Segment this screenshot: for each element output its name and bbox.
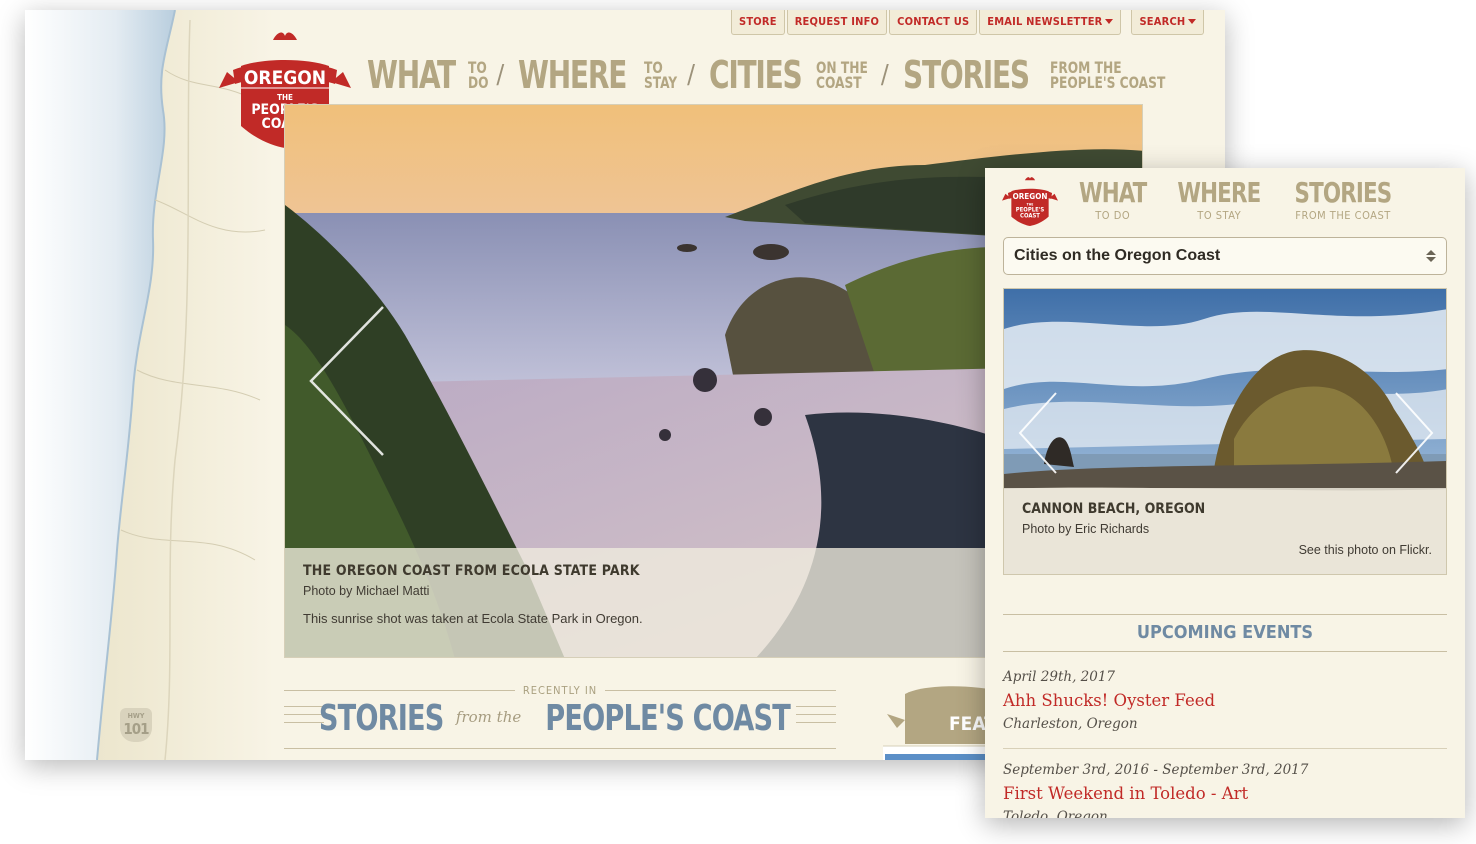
logo-line2: THE xyxy=(277,93,293,102)
search-dropdown[interactable]: SEARCH xyxy=(1131,10,1205,35)
svg-text:OREGON: OREGON xyxy=(1013,192,1048,201)
event-title-link[interactable]: Ahh Shucks! Oyster Feed xyxy=(1003,691,1447,710)
chevron-right-icon[interactable] xyxy=(1392,391,1436,475)
email-newsletter-dropdown[interactable]: EMAIL NEWSLETTER xyxy=(979,10,1122,35)
request-info-link[interactable]: REQUEST INFO xyxy=(786,10,888,35)
nav-separator: / xyxy=(687,60,696,90)
mobile-hero-credit: Photo by Eric Richards xyxy=(1022,522,1150,536)
caret-down-icon xyxy=(1105,19,1114,24)
event-date: September 3rd, 2016 - September 3rd, 201… xyxy=(1003,762,1309,778)
nav-separator: / xyxy=(880,60,889,90)
mobile-nav-stories[interactable]: STORIES FROM THE COAST xyxy=(1286,178,1400,223)
mobile-hero-caption: CANNON BEACH, OREGON Photo by Eric Richa… xyxy=(1004,488,1446,574)
stories-title-connector: from the xyxy=(455,708,522,726)
nav-where-to-stay[interactable]: WHERE TO STAY xyxy=(518,56,683,94)
event-title-link[interactable]: First Weekend in Toledo - Art xyxy=(1003,784,1447,803)
select-arrows-icon xyxy=(1426,250,1436,262)
stories-eyebrow: RECENTLY IN xyxy=(514,684,606,697)
mobile-hero-title: CANNON BEACH, OREGON xyxy=(1022,501,1206,517)
stories-heading: RECENTLY IN STORIES from the PEOPLE'S CO… xyxy=(284,684,836,754)
utility-nav: STORE REQUEST INFO CONTACT US EMAIL NEWS… xyxy=(731,10,1205,35)
stories-title-left: STORIES xyxy=(318,698,444,739)
event-date: April 29th, 2017 xyxy=(1003,669,1116,685)
chevron-left-icon[interactable] xyxy=(307,303,387,459)
cities-select[interactable]: Cities on the Oregon Coast xyxy=(1003,237,1447,275)
event-location: Toledo, Oregon xyxy=(1003,809,1108,818)
nav-what-to-do[interactable]: WHAT TO DO xyxy=(367,56,492,94)
event-item: April 29th, 2017 Ahh Shucks! Oyster Feed… xyxy=(1003,669,1447,732)
logo-line1: OREGON xyxy=(244,67,326,89)
chevron-left-icon[interactable] xyxy=(1016,391,1060,475)
mobile-nav-what-to-do[interactable]: WHAT TO DO xyxy=(1073,178,1152,223)
oregon-logo-small[interactable]: OREGON THE PEOPLE'S COAST xyxy=(1001,176,1059,226)
mobile-nav: WHAT TO DO WHERE TO STAY STORIES FROM TH… xyxy=(1073,178,1400,223)
svg-text:THE: THE xyxy=(1027,203,1034,207)
store-link[interactable]: STORE xyxy=(731,10,785,35)
mobile-nav-where-to-stay[interactable]: WHERE TO STAY xyxy=(1170,178,1268,223)
event-item: September 3rd, 2016 - September 3rd, 201… xyxy=(1003,762,1447,818)
svg-text:COAST: COAST xyxy=(1020,213,1040,220)
nav-stories[interactable]: STORIES FROM THE PEOPLE'S COAST xyxy=(903,56,1186,94)
highway-shield-icon: HWY 101 xyxy=(120,708,152,742)
upcoming-events-heading: UPCOMING EVENTS xyxy=(1003,614,1447,652)
cities-select-value: Cities on the Oregon Coast xyxy=(1014,247,1221,264)
main-nav: WHAT TO DO / WHERE TO STAY / CITIES ON THE… xyxy=(367,56,1186,94)
stories-title-right: PEOPLE'S COAST xyxy=(544,698,790,739)
nav-separator: / xyxy=(496,60,505,90)
mobile-screenshot: OREGON THE PEOPLE'S COAST WHAT TO DO WHE… xyxy=(985,168,1465,818)
nav-cities-on-the-coast[interactable]: CITIES ON THE COAST xyxy=(709,56,877,94)
event-location: Charleston, Oregon xyxy=(1003,716,1138,732)
caret-down-icon xyxy=(1188,19,1197,24)
event-divider xyxy=(1003,748,1447,749)
mobile-hero-slideshow[interactable]: CANNON BEACH, OREGON Photo by Eric Richa… xyxy=(1003,288,1447,575)
contact-us-link[interactable]: CONTACT US xyxy=(889,10,978,35)
flickr-link[interactable]: See this photo on Flickr. xyxy=(1299,543,1432,557)
